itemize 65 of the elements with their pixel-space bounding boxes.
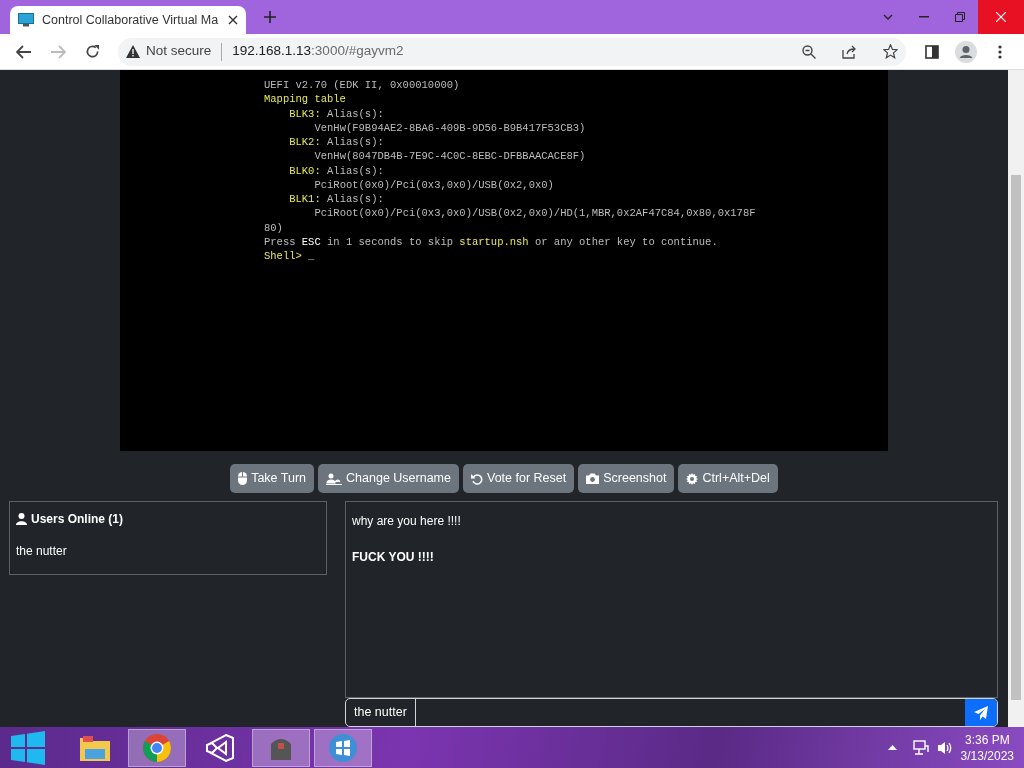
- back-arrow-icon[interactable]: [16, 44, 32, 59]
- action-button[interactable]: Take Turn: [230, 464, 315, 493]
- console-line: Mapping table: [264, 92, 347, 107]
- scrollbar[interactable]: [1008, 70, 1024, 727]
- close-icon[interactable]: [228, 15, 238, 25]
- console-line: BLK1: Alias(s):: [288, 192, 385, 207]
- console-line: BLK2: Alias(s):: [288, 135, 385, 150]
- chat-message: FUCK YOU !!!!: [352, 549, 435, 566]
- console-line: VenHw(F9B94AE2-8BA6-409B-9D56-B9B417F53CB3): [313, 120, 587, 135]
- action-button[interactable]: Vote for Reset: [463, 464, 575, 493]
- paper-plane-icon: [974, 705, 988, 720]
- studio-icon: [204, 732, 234, 763]
- clock-date[interactable]: 3/13/2023: [960, 747, 1014, 764]
- tab-title: Control Collaborative Virtual Ma: [42, 11, 220, 29]
- monitor-icon: [18, 13, 34, 27]
- console-line: VenHw(8047DB4B-7E9C-4C0C-8EBC-DFBBAACACE8F): [313, 149, 587, 164]
- console-line: PciRoot(0x0)/Pci(0x3,0x0)/USB(0x2,0x0)/HD(1,MBR,0x2AF47C84,0x80,0x178F: [313, 206, 757, 221]
- user-icon: [16, 513, 27, 525]
- caret-up-icon[interactable]: [887, 745, 897, 750]
- camera-icon: [586, 473, 600, 484]
- action-button[interactable]: Screenshot: [578, 464, 675, 493]
- speaker-icon[interactable]: [936, 739, 953, 756]
- folder-icon: [80, 734, 110, 761]
- windows-orb-icon: [328, 732, 358, 763]
- console-line: BLK3: Alias(s):: [288, 106, 385, 121]
- scrollbar-thumb[interactable]: [1011, 175, 1021, 700]
- sidebar-icon[interactable]: [925, 44, 939, 59]
- console-line: 80): [264, 220, 284, 235]
- share-icon[interactable]: [842, 44, 857, 59]
- warning-icon: [126, 45, 140, 58]
- profile-avatar-icon[interactable]: [955, 40, 977, 63]
- start-icon[interactable]: [11, 730, 45, 765]
- taskbar-app[interactable]: [252, 728, 310, 767]
- taskbar-app[interactable]: [128, 728, 186, 767]
- console-line: BLK0: Alias(s):: [288, 163, 385, 178]
- taskbar-app[interactable]: [314, 728, 372, 767]
- console-line: PciRoot(0x0)/Pci(0x3,0x0)/USB(0x2,0x0): [313, 177, 555, 192]
- username-label[interactable]: the nutter: [346, 699, 416, 726]
- address-bar[interactable]: Not secure 192.168.1.13:3000/#gayvm2: [118, 37, 906, 66]
- action-button[interactable]: Ctrl+Alt+Del: [678, 464, 778, 493]
- console-line: Press ESC in 1 seconds to skip startup.nsh or any other key to continue.: [264, 234, 719, 249]
- send-button[interactable]: [965, 699, 997, 726]
- panel-title: Users Online (1): [31, 511, 124, 528]
- user-name: the nutter: [16, 543, 68, 560]
- clock-time[interactable]: 3:36 PM: [960, 731, 1014, 748]
- url-text: 192.168.1.13:3000/#gayvm2: [232, 42, 404, 61]
- chevron-down-icon[interactable]: [883, 14, 893, 20]
- menu-icon[interactable]: [998, 44, 1002, 59]
- console-line: Shell> _: [264, 249, 316, 264]
- new-tab-icon[interactable]: [264, 11, 276, 23]
- browser-tab[interactable]: Control Collaborative Virtual Ma: [10, 6, 246, 34]
- mouse-icon: [238, 472, 248, 485]
- console-line: UEFI v2.70 (EDK II, 0x00010000): [264, 78, 461, 93]
- gear-icon: [686, 472, 699, 485]
- restore-icon[interactable]: [955, 12, 965, 22]
- signature-icon: [326, 472, 343, 485]
- star-icon[interactable]: [883, 44, 898, 59]
- chrome-icon: [143, 733, 171, 762]
- action-button[interactable]: Change Username: [318, 464, 459, 493]
- undo-icon: [471, 472, 483, 485]
- zoom-icon[interactable]: [802, 44, 816, 59]
- chat-message: why are you here !!!!: [352, 513, 462, 530]
- security-label: Not secure: [146, 42, 212, 61]
- network-icon[interactable]: [912, 739, 929, 756]
- reload-icon[interactable]: [84, 44, 100, 59]
